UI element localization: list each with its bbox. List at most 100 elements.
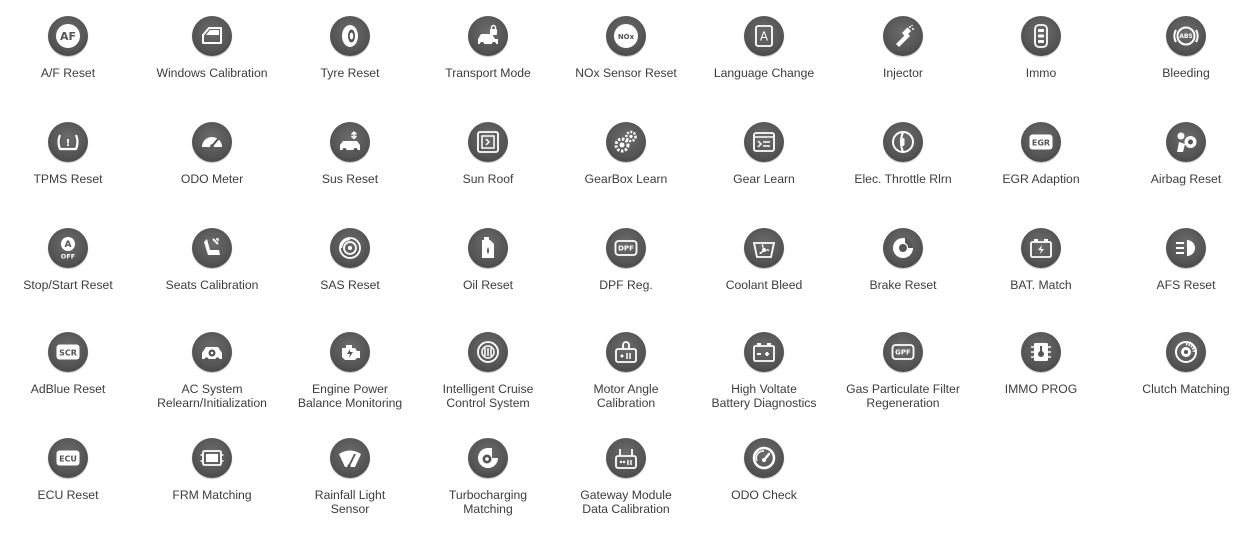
coolant-fan-icon [744, 228, 784, 268]
hv-battery-icon [744, 332, 784, 372]
functions-grid: AF A/F Reset Windows Calibration Tyre Re… [0, 0, 1248, 529]
function-label: ODO Meter [180, 172, 244, 186]
abs-icon: ABS [1166, 16, 1206, 56]
function-tile-engine-power-balance-monitoring[interactable]: Engine Power Balance Monitoring [282, 332, 418, 440]
function-tile-intelligent-cruise-control-system[interactable]: Intelligent Cruise Control System [420, 332, 556, 440]
function-tile-gateway-module-data-calibration[interactable]: Gateway Module Data Calibration [558, 438, 694, 546]
function-label: Seats Calibration [165, 278, 259, 292]
function-tile-stop-start-reset[interactable]: A OFF Stop/Start Reset [0, 228, 136, 336]
car-door-icon [192, 16, 232, 56]
function-tile-airbag-reset[interactable]: Airbag Reset [1118, 122, 1248, 230]
function-tile-elec-throttle-rlrn[interactable]: Elec. Throttle Rlrn [835, 122, 971, 230]
function-label: TPMS Reset [33, 172, 103, 186]
function-label: Injector [883, 66, 923, 80]
function-tile-gas-particulate-filter-regeneration[interactable]: GPF Gas Particulate Filter Regeneration [835, 332, 971, 440]
gateway-icon [606, 438, 646, 478]
icon-text: A [65, 240, 72, 250]
icon-text: ECU [59, 455, 77, 464]
icon-text: DPF [618, 245, 634, 253]
function-tile-bat-match[interactable]: BAT. Match [973, 228, 1109, 336]
dpf-icon: DPF [606, 228, 646, 268]
function-tile-clutch-matching[interactable]: Clutch Matching [1118, 332, 1248, 440]
wiper-icon [330, 438, 370, 478]
function-label: DPF Reg. [599, 278, 653, 292]
function-label: ODO Check [731, 488, 797, 502]
function-tile-rainfall-light-sensor[interactable]: Rainfall Light Sensor [282, 438, 418, 546]
function-tile-windows-calibration[interactable]: Windows Calibration [144, 16, 280, 124]
function-label: AC System Relearn/Initialization [157, 382, 267, 410]
function-tile-transport-mode[interactable]: Transport Mode [420, 16, 556, 124]
function-tile-turbocharging-matching[interactable]: Turbocharging Matching [420, 438, 556, 546]
gears-icon [606, 122, 646, 162]
function-label: A/F Reset [40, 66, 96, 80]
function-tile-coolant-bleed[interactable]: Coolant Bleed [696, 228, 832, 336]
egr-icon: EGR [1021, 122, 1061, 162]
function-label: Sus Reset [321, 172, 379, 186]
function-tile-sun-roof[interactable]: Sun Roof [420, 122, 556, 230]
function-tile-nox-sensor-reset[interactable]: NOx NOx Sensor Reset [558, 16, 694, 124]
function-tile-adblue-reset[interactable]: SCR AdBlue Reset [0, 332, 136, 440]
function-label: Elec. Throttle Rlrn [854, 172, 952, 186]
icon-text: AF [60, 30, 76, 43]
function-label: Intelligent Cruise Control System [442, 382, 534, 410]
gauge-icon [744, 438, 784, 478]
function-label: Windows Calibration [156, 66, 268, 80]
scr-icon: SCR [48, 332, 88, 372]
function-tile-gear-learn[interactable]: Gear Learn [696, 122, 832, 230]
function-tile-high-voltate-battery-diagnostics[interactable]: High Voltate Battery Diagnostics [696, 332, 832, 440]
function-tile-bleeding[interactable]: ABS Bleeding [1118, 16, 1248, 124]
steering-angle-icon [330, 228, 370, 268]
ac-car-icon [192, 332, 232, 372]
clutch-icon [1166, 332, 1206, 372]
icon-text: EGR [1032, 139, 1050, 148]
function-tile-oil-reset[interactable]: Oil Reset [420, 228, 556, 336]
function-tile-tyre-reset[interactable]: Tyre Reset [282, 16, 418, 124]
function-label: Sun Roof [462, 172, 514, 186]
function-tile-dpf-reg[interactable]: DPF DPF Reg. [558, 228, 694, 336]
function-tile-odo-meter[interactable]: ODO Meter [144, 122, 280, 230]
function-tile-ecu-reset[interactable]: ECU ECU Reset [0, 438, 136, 546]
function-label: Gateway Module Data Calibration [580, 488, 672, 516]
brake-disc-icon [883, 228, 923, 268]
injector-icon [883, 16, 923, 56]
function-tile-brake-reset[interactable]: Brake Reset [835, 228, 971, 336]
car-lock-icon [468, 16, 508, 56]
function-tile-gearbox-learn[interactable]: GearBox Learn [558, 122, 694, 230]
nox-icon: NOx [606, 16, 646, 56]
function-label: Clutch Matching [1142, 382, 1230, 396]
tyre-icon [330, 16, 370, 56]
function-tile-immo-prog[interactable]: IMMO PROG [973, 332, 1109, 440]
function-tile-odo-check[interactable]: ODO Check [696, 438, 832, 546]
function-tile-frm-matching[interactable]: FRM Matching [144, 438, 280, 546]
function-tile-sus-reset[interactable]: Sus Reset [282, 122, 418, 230]
function-tile-tpms-reset[interactable]: ! TPMS Reset [0, 122, 136, 230]
function-tile-afs-reset[interactable]: AFS Reset [1118, 228, 1248, 336]
headlight-icon [1166, 228, 1206, 268]
af-icon: AF [48, 16, 88, 56]
function-tile-injector[interactable]: Injector [835, 16, 971, 124]
stop-start-icon: A OFF [48, 228, 88, 268]
key-fob-icon [1021, 16, 1061, 56]
function-tile-egr-adaption[interactable]: EGR EGR Adaption [973, 122, 1109, 230]
icon-subtext: OFF [61, 253, 75, 261]
language-icon: A [744, 16, 784, 56]
function-label: BAT. Match [1010, 278, 1072, 292]
icon-text: GPF [895, 349, 911, 357]
function-label: EGR Adaption [1002, 172, 1080, 186]
suspension-car-icon [330, 122, 370, 162]
frm-module-icon [192, 438, 232, 478]
function-tile-immo[interactable]: Immo [973, 16, 1109, 124]
function-tile-sas-reset[interactable]: SAS Reset [282, 228, 418, 336]
function-label: NOx Sensor Reset [575, 66, 677, 80]
battery-icon [1021, 228, 1061, 268]
function-label: Stop/Start Reset [23, 278, 113, 292]
function-tile-a-f-reset[interactable]: AF A/F Reset [0, 16, 136, 124]
cruise-control-icon [468, 332, 508, 372]
function-tile-seats-calibration[interactable]: Seats Calibration [144, 228, 280, 336]
function-label: Brake Reset [869, 278, 937, 292]
ecu-icon: ECU [48, 438, 88, 478]
function-tile-motor-angle-calibration[interactable]: Motor Angle Calibration [558, 332, 694, 440]
function-tile-ac-system-relearn-initialization[interactable]: AC System Relearn/Initialization [144, 332, 280, 440]
function-label: FRM Matching [172, 488, 252, 502]
function-tile-language-change[interactable]: A Language Change [696, 16, 832, 124]
